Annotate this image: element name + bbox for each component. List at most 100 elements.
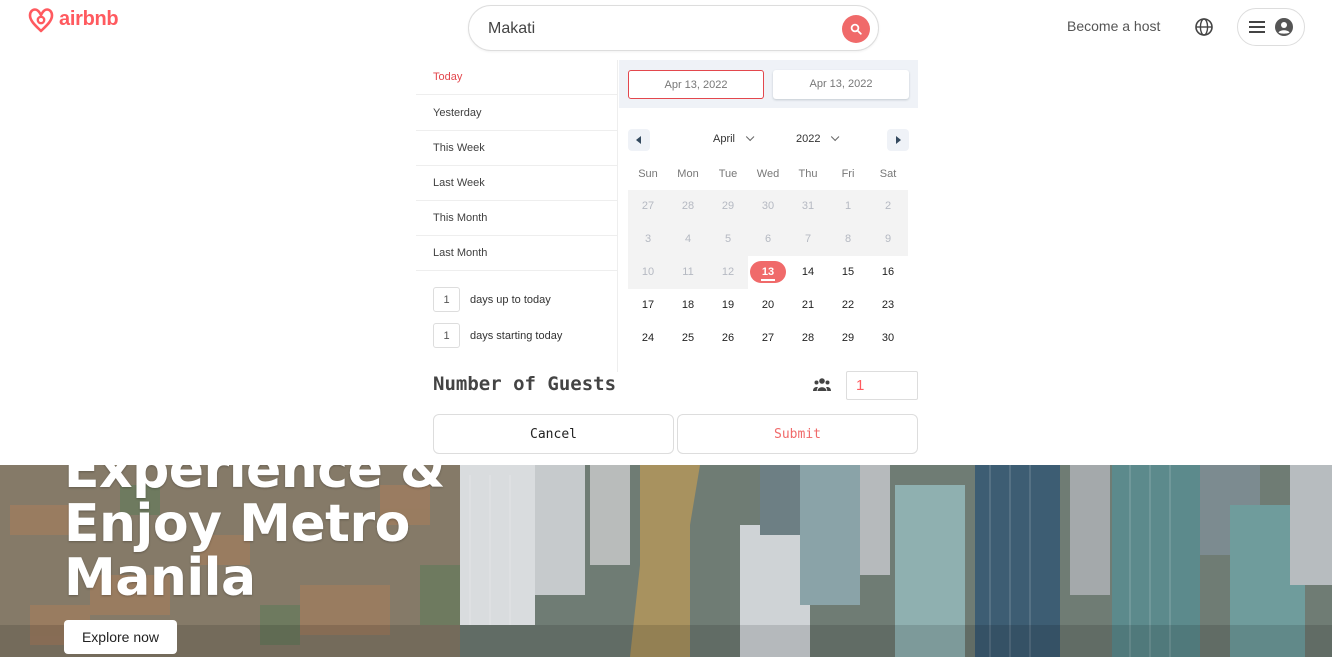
search-bar bbox=[468, 5, 879, 51]
weekday-label: Fri bbox=[841, 168, 855, 180]
airbnb-logo[interactable]: airbnb bbox=[27, 4, 119, 34]
calendar-day[interactable]: 10 bbox=[628, 256, 668, 289]
calendar-day[interactable]: 30 bbox=[748, 190, 788, 223]
become-host-link[interactable]: Become a host bbox=[1067, 18, 1160, 34]
search-input[interactable] bbox=[488, 16, 828, 42]
start-date-field[interactable]: Apr 13, 2022 bbox=[628, 70, 764, 99]
range-today[interactable]: Today bbox=[416, 60, 618, 95]
calendar-day[interactable]: 14 bbox=[788, 256, 828, 289]
calendar-day[interactable]: 23 bbox=[868, 289, 908, 322]
prev-month-button[interactable] bbox=[628, 129, 650, 151]
guests-label: Number of Guests bbox=[433, 373, 617, 395]
brand-name: airbnb bbox=[59, 7, 119, 30]
days-starting-today-input[interactable] bbox=[433, 323, 460, 348]
calendar-day[interactable]: 26 bbox=[708, 322, 748, 355]
date-display: Apr 13, 2022 Apr 13, 2022 bbox=[619, 60, 918, 108]
calendar-day[interactable]: 24 bbox=[628, 322, 668, 355]
calendar-day[interactable]: 19 bbox=[708, 289, 748, 322]
day-number: 27 bbox=[761, 332, 775, 344]
day-number: 19 bbox=[721, 299, 735, 311]
calendar-day[interactable]: 27 bbox=[748, 322, 788, 355]
day-number: 28 bbox=[681, 200, 695, 212]
day-number: 22 bbox=[841, 299, 855, 311]
calendar-day-selected[interactable]: 13 bbox=[748, 256, 788, 289]
range-this-month[interactable]: This Month bbox=[416, 201, 618, 236]
calendar-day[interactable]: 6 bbox=[748, 223, 788, 256]
calendar-day[interactable]: 17 bbox=[628, 289, 668, 322]
day-number: 15 bbox=[841, 266, 855, 278]
calendar-day[interactable]: 16 bbox=[868, 256, 908, 289]
year-select[interactable]: 2022 bbox=[796, 132, 840, 145]
globe-icon[interactable] bbox=[1194, 17, 1214, 37]
days-up-to-today-input[interactable] bbox=[433, 287, 460, 312]
year-value: 2022 bbox=[796, 133, 821, 145]
calendar-day[interactable]: 28 bbox=[668, 190, 708, 223]
day-number: 28 bbox=[801, 332, 815, 344]
guests-count-input[interactable] bbox=[846, 371, 918, 400]
calendar-day[interactable]: 28 bbox=[788, 322, 828, 355]
submit-button[interactable]: Submit bbox=[677, 414, 918, 454]
day-number: 8 bbox=[844, 233, 852, 245]
calendar-day[interactable]: 8 bbox=[828, 223, 868, 256]
search-icon bbox=[850, 23, 862, 35]
hero-banner: Experience & Enjoy Metro Manila Explore … bbox=[0, 465, 1332, 657]
day-number: 26 bbox=[721, 332, 735, 344]
calendar-day[interactable]: 5 bbox=[708, 223, 748, 256]
days-starting-today-label: days starting today bbox=[470, 329, 563, 342]
calendar-day[interactable]: 7 bbox=[788, 223, 828, 256]
calendar-day[interactable]: 9 bbox=[868, 223, 908, 256]
calendar-day[interactable]: 21 bbox=[788, 289, 828, 322]
range-this-week[interactable]: This Week bbox=[416, 131, 618, 166]
calendar-day[interactable]: 20 bbox=[748, 289, 788, 322]
weekday-label: Sun bbox=[638, 168, 658, 180]
calendar-day[interactable]: 15 bbox=[828, 256, 868, 289]
day-number: 14 bbox=[801, 266, 815, 278]
next-month-button[interactable] bbox=[887, 129, 909, 151]
end-date-field[interactable]: Apr 13, 2022 bbox=[773, 70, 909, 99]
calendar-day[interactable]: 3 bbox=[628, 223, 668, 256]
range-last-month[interactable]: Last Month bbox=[416, 236, 618, 271]
hero-headline: Experience & Enjoy Metro Manila bbox=[64, 465, 445, 605]
calendar-day[interactable]: 29 bbox=[708, 190, 748, 223]
day-number: 9 bbox=[884, 233, 892, 245]
range-last-week[interactable]: Last Week bbox=[416, 166, 618, 201]
airbnb-logo-icon bbox=[28, 8, 54, 33]
static-ranges: Today Yesterday This Week Last Week This… bbox=[416, 60, 618, 372]
chevron-down-icon bbox=[831, 132, 840, 142]
weekday-header: Sun Mon Tue Wed Thu Fri Sat bbox=[628, 168, 908, 180]
day-number: 3 bbox=[644, 233, 652, 245]
explore-now-button[interactable]: Explore now bbox=[64, 620, 177, 654]
day-number: 29 bbox=[841, 332, 855, 344]
calendar-day[interactable]: 18 bbox=[668, 289, 708, 322]
calendar-day[interactable]: 29 bbox=[828, 322, 868, 355]
day-number: 16 bbox=[881, 266, 895, 278]
calendar-day[interactable]: 4 bbox=[668, 223, 708, 256]
day-number: 6 bbox=[764, 233, 772, 245]
day-number: 23 bbox=[881, 299, 895, 311]
chevron-down-icon bbox=[745, 132, 755, 142]
calendar-day[interactable]: 11 bbox=[668, 256, 708, 289]
calendar: Apr 13, 2022 Apr 13, 2022 April 2022 Sun… bbox=[619, 60, 918, 372]
weekday-label: Sat bbox=[879, 168, 897, 180]
calendar-day[interactable]: 27 bbox=[628, 190, 668, 223]
calendar-day[interactable]: 2 bbox=[868, 190, 908, 223]
day-number: 17 bbox=[641, 299, 655, 311]
calendar-day[interactable]: 22 bbox=[828, 289, 868, 322]
day-number: 10 bbox=[641, 266, 655, 278]
day-number: 18 bbox=[681, 299, 695, 311]
days-up-to-today-row: days up to today bbox=[433, 287, 551, 312]
search-button[interactable] bbox=[842, 15, 870, 43]
calendar-day[interactable]: 12 bbox=[708, 256, 748, 289]
day-number: 24 bbox=[641, 332, 655, 344]
calendar-day[interactable]: 30 bbox=[868, 322, 908, 355]
month-value: April bbox=[713, 133, 736, 145]
day-number: 20 bbox=[761, 299, 775, 311]
calendar-day[interactable]: 1 bbox=[828, 190, 868, 223]
month-select[interactable]: April bbox=[713, 132, 755, 145]
cancel-button[interactable]: Cancel bbox=[433, 414, 674, 454]
range-yesterday[interactable]: Yesterday bbox=[416, 96, 618, 131]
calendar-day[interactable]: 31 bbox=[788, 190, 828, 223]
user-menu-button[interactable] bbox=[1237, 8, 1305, 46]
weekday-label: Wed bbox=[756, 168, 780, 180]
calendar-day[interactable]: 25 bbox=[668, 322, 708, 355]
